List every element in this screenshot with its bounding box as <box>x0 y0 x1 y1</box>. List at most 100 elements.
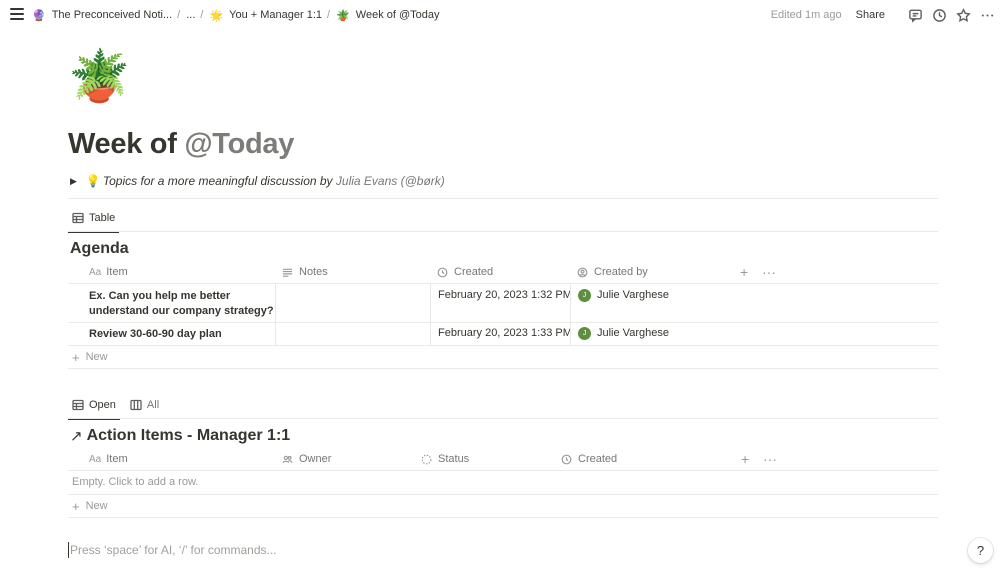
cell-item[interactable]: Ex. Can you help me better understand ou… <box>68 284 275 322</box>
text-lines-icon <box>282 268 293 277</box>
cell-created[interactable]: February 20, 2023 1:33 PM <box>430 323 572 346</box>
add-property-icon[interactable]: + <box>741 447 749 471</box>
divider <box>68 198 938 199</box>
row-person-text: Julie Varghese <box>597 327 669 339</box>
clock-icon <box>561 454 572 464</box>
toggle-author-link[interactable]: Julia Evans (@børk) <box>336 174 445 188</box>
linked-arrow-icon: ↗ <box>70 428 83 445</box>
page-icon[interactable]: 🪴 <box>68 46 130 106</box>
text-property-icon: Aa <box>89 266 102 278</box>
column-label: Notes <box>299 266 328 278</box>
breadcrumb-item-manager[interactable]: You + Manager 1:1 <box>229 9 322 21</box>
tab-label: All <box>146 399 160 411</box>
breadcrumb: 🔮 The Preconceived Noti... / ... / 🌟 You… <box>32 7 440 23</box>
more-icon[interactable] <box>979 7 995 23</box>
column-label: Created by <box>594 266 648 278</box>
action-items-title-text: Action Items - Manager 1:1 <box>86 427 291 444</box>
clock-icon[interactable] <box>931 7 947 23</box>
cell-notes[interactable] <box>275 284 431 322</box>
divider <box>68 231 938 232</box>
tab-open[interactable]: Open <box>68 393 120 420</box>
page-title[interactable]: Week of @Today <box>68 128 294 161</box>
cell-item[interactable]: Review 30-60-90 day plan <box>68 323 275 346</box>
table-row[interactable]: Ex. Can you help me better understand ou… <box>68 283 938 322</box>
cell-created-by[interactable]: J Julie Varghese <box>570 284 939 322</box>
plus-icon: + <box>72 498 80 514</box>
new-label: New <box>85 351 108 363</box>
action-header-row: Aa Item Owner Status Created + ··· <box>68 447 938 471</box>
status-icon <box>421 454 432 464</box>
tab-label: Open <box>89 399 116 411</box>
column-header-owner[interactable]: Owner <box>282 447 331 471</box>
breadcrumb-separator: / <box>200 9 204 21</box>
cell-created-by[interactable]: J Julie Varghese <box>570 323 939 346</box>
column-header-created[interactable]: Created <box>437 260 493 284</box>
top-bar: 🔮 The Preconceived Noti... / ... / 🌟 You… <box>0 0 1005 30</box>
clock-icon <box>437 267 448 277</box>
row-person-text: Julie Varghese <box>597 289 669 301</box>
help-button[interactable]: ? <box>968 538 993 563</box>
toggle-triangle-icon[interactable]: ▶ <box>70 176 77 187</box>
table-icon <box>72 212 84 224</box>
toggle-text: Topics for a more meaningful discussion … <box>102 174 333 188</box>
board-icon <box>130 399 142 411</box>
column-header-notes[interactable]: Notes <box>282 260 328 284</box>
crystal-ball-icon: 🔮 <box>32 9 46 22</box>
table-row[interactable]: Review 30-60-90 day plan February 20, 20… <box>68 322 938 346</box>
topbar-actions: Edited 1m ago Share <box>771 7 995 23</box>
action-new-row-button[interactable]: + New <box>68 494 938 518</box>
plus-icon: + <box>72 349 80 365</box>
person-circle-icon <box>577 267 588 277</box>
lightbulb-icon: 💡 <box>85 174 101 188</box>
title-text: Week of <box>68 128 185 160</box>
column-header-created[interactable]: Created <box>561 447 617 471</box>
cell-notes[interactable] <box>275 323 431 346</box>
action-view-tabs: Open All <box>68 393 169 420</box>
column-label: Item <box>106 453 128 465</box>
edited-status[interactable]: Edited 1m ago <box>771 9 842 21</box>
text-property-icon: Aa <box>89 453 102 465</box>
tab-all[interactable]: All <box>126 393 163 417</box>
tab-table[interactable]: Table <box>68 206 120 233</box>
breadcrumb-separator: / <box>327 9 331 21</box>
plant-icon: 🪴 <box>336 9 350 22</box>
row-item-text: Ex. Can you help me better understand ou… <box>89 290 274 317</box>
column-label: Item <box>106 266 128 278</box>
topics-toggle[interactable]: ▶ 💡 Topics for a more meaningful discuss… <box>70 174 445 188</box>
star-icon[interactable] <box>955 7 971 23</box>
agenda-header-row: Aa Item Notes Created Created by + ··· <box>68 260 938 284</box>
column-header-item[interactable]: Aa Item <box>89 447 128 471</box>
share-button[interactable]: Share <box>856 9 885 21</box>
avatar: J <box>578 327 591 340</box>
agenda-new-row-button[interactable]: + New <box>68 345 938 369</box>
breadcrumb-item-workspace[interactable]: The Preconceived Noti... <box>52 9 172 21</box>
sidebar-menu-icon[interactable] <box>10 8 24 20</box>
column-label: Owner <box>299 453 332 465</box>
row-created-text: February 20, 2023 1:32 PM <box>438 289 572 301</box>
empty-table-message[interactable]: Empty. Click to add a row. <box>68 470 938 493</box>
agenda-title[interactable]: Agenda <box>70 240 129 258</box>
add-property-icon[interactable]: + <box>740 260 748 284</box>
more-icon[interactable]: ··· <box>762 260 776 284</box>
star-emoji-icon: 🌟 <box>209 9 224 22</box>
column-label: Created <box>454 266 494 278</box>
column-label: Created <box>578 453 618 465</box>
block-placeholder-input[interactable]: Press ‘space’ for AI, ‘/’ for commands..… <box>68 542 277 558</box>
cell-created[interactable]: February 20, 2023 1:32 PM <box>430 284 572 322</box>
date-mention[interactable]: @Today <box>184 128 294 160</box>
row-item-text: Review 30-60-90 day plan <box>89 328 222 340</box>
column-header-status[interactable]: Status <box>421 447 469 471</box>
more-icon[interactable]: ··· <box>763 447 777 471</box>
column-header-created-by[interactable]: Created by <box>577 260 648 284</box>
comment-icon[interactable] <box>907 7 923 23</box>
avatar: J <box>578 289 591 302</box>
column-header-item[interactable]: Aa Item <box>89 260 128 284</box>
new-label: New <box>85 500 108 512</box>
divider <box>68 418 938 419</box>
action-items-title[interactable]: ↗ Action Items - Manager 1:1 <box>70 427 290 445</box>
row-created-text: February 20, 2023 1:33 PM <box>438 327 572 339</box>
column-label: Status <box>438 453 470 465</box>
agenda-view-tabs: Table <box>68 206 125 233</box>
breadcrumb-item-ellipsis[interactable]: ... <box>186 9 195 21</box>
breadcrumb-item-current[interactable]: Week of @Today <box>356 9 440 21</box>
